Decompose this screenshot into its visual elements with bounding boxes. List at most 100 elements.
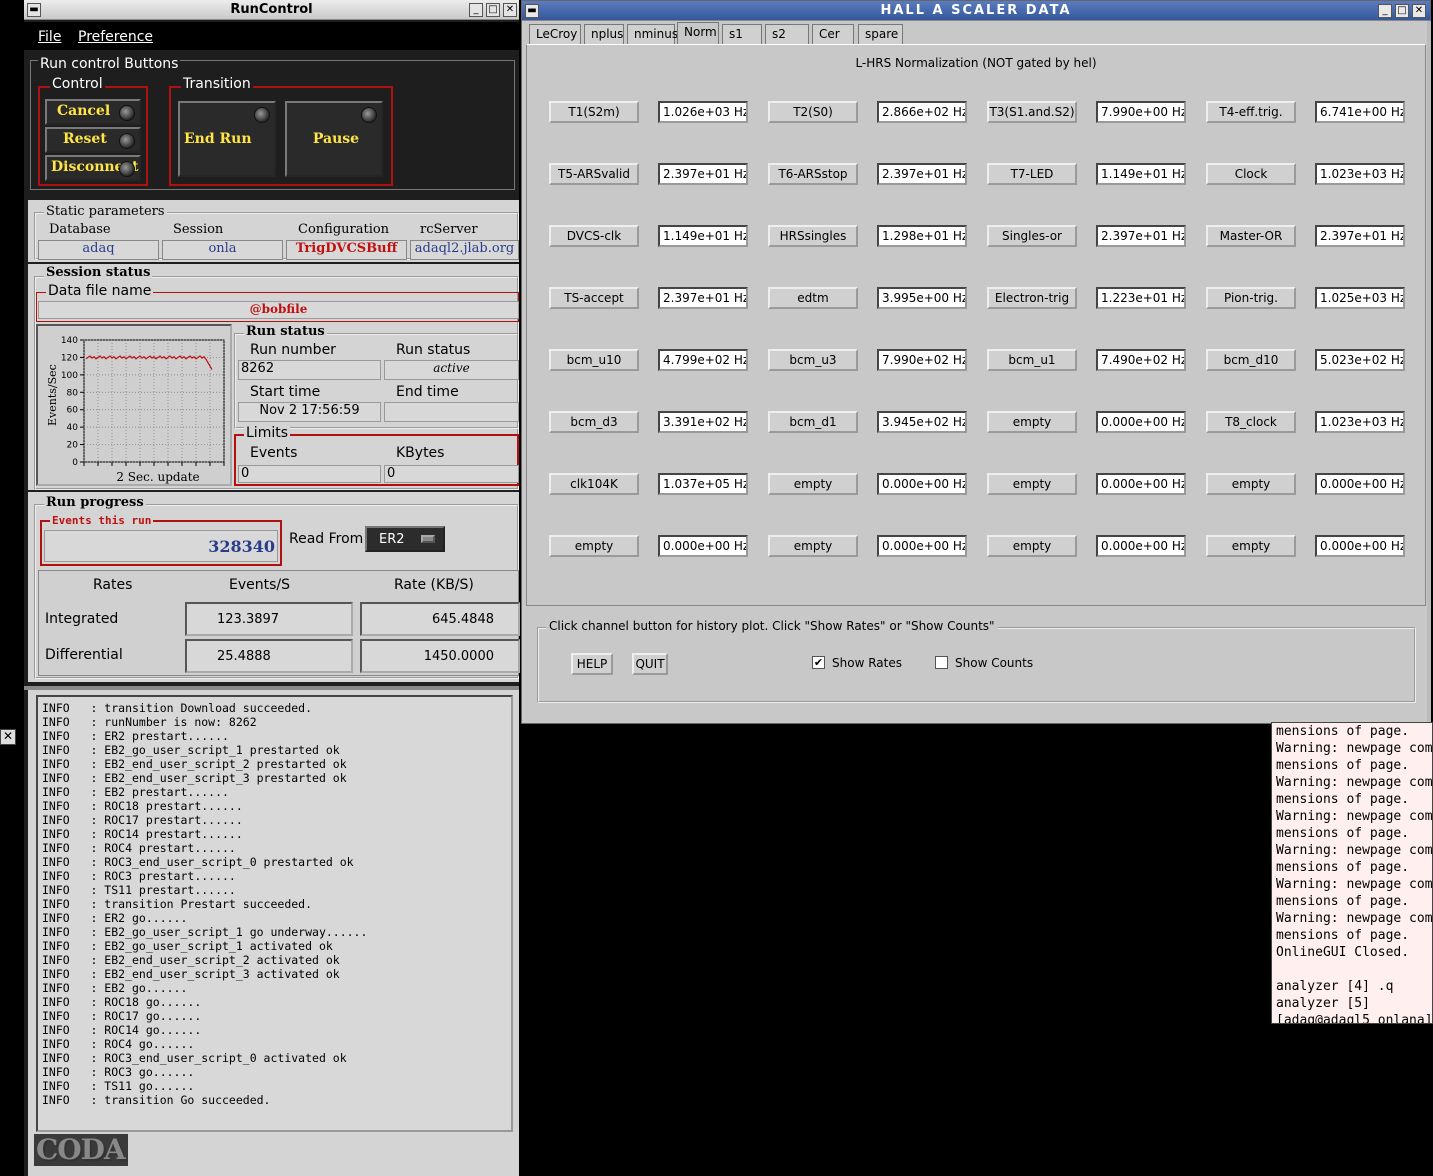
channel-value[interactable]: 1.026e+03 Hz [658,101,748,123]
channel-button[interactable]: T8_clock [1206,411,1296,433]
channel-button[interactable]: bcm_u10 [549,349,639,371]
terminal-window[interactable]: mensions of page. Warning: newpage com men… [1271,722,1433,1024]
channel-button[interactable]: bcm_d1 [768,411,858,433]
cancel-button[interactable]: Cancel [45,99,141,125]
channel-value[interactable]: 3.391e+02 Hz [658,411,748,433]
channel-button[interactable]: Clock [1206,163,1296,185]
channel-value[interactable]: 1.025e+03 Hz [1315,287,1405,309]
minimize-icon[interactable]: _ [1378,4,1392,18]
channel-button[interactable]: empty [768,535,858,557]
channel-value[interactable]: 1.037e+05 Hz [658,473,748,495]
close-icon[interactable]: ✕ [503,3,517,17]
channel-value[interactable]: 4.799e+02 Hz [658,349,748,371]
channel-value[interactable]: 2.866e+02 Hz [877,101,967,123]
channel-button[interactable]: empty [768,473,858,495]
channel-button[interactable]: empty [1206,473,1296,495]
scaler-titlebar[interactable]: ▬ HALL A SCALER DATA _ □ ✕ [522,1,1430,21]
show-rates-checkbox[interactable]: ✔ [812,656,825,669]
help-button[interactable]: HELP [571,653,613,675]
end-run-button[interactable]: End Run [178,101,276,177]
channel-button[interactable]: Master-OR [1206,225,1296,247]
minimize-icon[interactable]: _ [469,3,483,17]
channel-value[interactable]: 1.023e+03 Hz [1315,163,1405,185]
channel-value[interactable]: 0.000e+00 Hz [658,535,748,557]
channel-value[interactable]: 1.149e+01 Hz [1096,163,1186,185]
quit-button[interactable]: QUIT [632,653,668,675]
channel-value[interactable]: 7.990e+02 Hz [877,349,967,371]
channel-value[interactable]: 2.397e+01 Hz [658,163,748,185]
pause-button[interactable]: Pause [285,101,383,177]
tab-s2[interactable]: s2 [765,24,809,44]
channel-button[interactable]: bcm_d3 [549,411,639,433]
channel-button[interactable]: Singles-or [987,225,1077,247]
disconnect-button[interactable]: Disconnect [45,155,141,181]
read-from-select[interactable]: ER2 [365,526,445,552]
reset-button[interactable]: Reset [45,127,141,153]
menu-preference[interactable]: Preference [78,29,153,45]
channel-button[interactable]: Pion-trig. [1206,287,1296,309]
channel-button[interactable]: edtm [768,287,858,309]
tab-s1[interactable]: s1 [722,24,762,44]
channel-value[interactable]: 1.298e+01 Hz [877,225,967,247]
channel-button[interactable]: TS-accept [549,287,639,309]
channel-value[interactable]: 2.397e+01 Hz [658,287,748,309]
channel-value[interactable]: 0.000e+00 Hz [877,535,967,557]
channel-value[interactable]: 0.000e+00 Hz [1096,411,1186,433]
channel-button[interactable]: T7-LED [987,163,1077,185]
channel-button[interactable]: empty [987,473,1077,495]
channel-button[interactable]: HRSsingles [768,225,858,247]
channel-value[interactable]: 7.990e+00 Hz [1096,101,1186,123]
tab-nminus[interactable]: nminus [627,24,678,44]
log-output[interactable]: INFO : transition Download succeeded. INF… [36,695,513,1132]
channel-button[interactable]: Electron-trig [987,287,1077,309]
channel-value[interactable]: 7.490e+02 Hz [1096,349,1186,371]
tab-nplus[interactable]: nplus [584,24,624,44]
channel-button[interactable]: empty [987,411,1077,433]
channel-value[interactable]: 2.397e+01 Hz [1096,225,1186,247]
limits-kbytes-input[interactable]: 0 [384,465,519,483]
show-rates-label[interactable]: Show Rates [832,656,902,670]
channel-button[interactable]: T6-ARSstop [768,163,858,185]
channel-value[interactable]: 2.397e+01 Hz [877,163,967,185]
tab-spare[interactable]: spare [858,24,903,44]
channel-value[interactable]: 0.000e+00 Hz [1315,473,1405,495]
limits-events-input[interactable]: 0 [238,465,381,483]
channel-button[interactable]: empty [987,535,1077,557]
channel-value[interactable]: 1.149e+01 Hz [658,225,748,247]
channel-value[interactable]: 0.000e+00 Hz [1096,473,1186,495]
channel-value[interactable]: 0.000e+00 Hz [877,473,967,495]
channel-value[interactable]: 2.397e+01 Hz [1315,225,1405,247]
channel-button[interactable]: empty [549,535,639,557]
menu-file[interactable]: File [38,29,61,45]
channel-button[interactable]: DVCS-clk [549,225,639,247]
tab-cer[interactable]: Cer [812,24,854,44]
channel-button[interactable]: T3(S1.and.S2) [987,101,1077,123]
show-counts-label[interactable]: Show Counts [955,656,1033,670]
channel-button[interactable]: bcm_u3 [768,349,858,371]
channel-value[interactable]: 1.023e+03 Hz [1315,411,1405,433]
channel-value[interactable]: 3.945e+02 Hz [877,411,967,433]
channel-button[interactable]: bcm_u1 [987,349,1077,371]
orphan-close-icon[interactable]: ✕ [0,729,16,745]
show-counts-checkbox[interactable] [935,656,948,669]
scrollbar[interactable] [1427,21,1431,725]
channel-value[interactable]: 0.000e+00 Hz [1096,535,1186,557]
channel-button[interactable]: T2(S0) [768,101,858,123]
channel-button[interactable]: bcm_d10 [1206,349,1296,371]
maximize-icon[interactable]: □ [486,3,500,17]
channel-button[interactable]: T5-ARSvalid [549,163,639,185]
channel-value[interactable]: 5.023e+02 Hz [1315,349,1405,371]
channel-button[interactable]: empty [1206,535,1296,557]
channel-button[interactable]: T1(S2m) [549,101,639,123]
tab-norm[interactable]: Norm [677,22,719,45]
maximize-icon[interactable]: □ [1395,4,1409,18]
close-icon[interactable]: ✕ [1412,4,1426,18]
channel-value[interactable]: 0.000e+00 Hz [1315,535,1405,557]
channel-value[interactable]: 6.741e+00 Hz [1315,101,1405,123]
runcontrol-titlebar[interactable]: ▬ RunControl _ □ ✕ [24,0,519,20]
channel-button[interactable]: T4-eff.trig. [1206,101,1296,123]
tab-lecroy[interactable]: LeCroy [529,24,581,44]
channel-value[interactable]: 3.995e+00 Hz [877,287,967,309]
channel-value[interactable]: 1.223e+01 Hz [1096,287,1186,309]
channel-button[interactable]: clk104K [549,473,639,495]
